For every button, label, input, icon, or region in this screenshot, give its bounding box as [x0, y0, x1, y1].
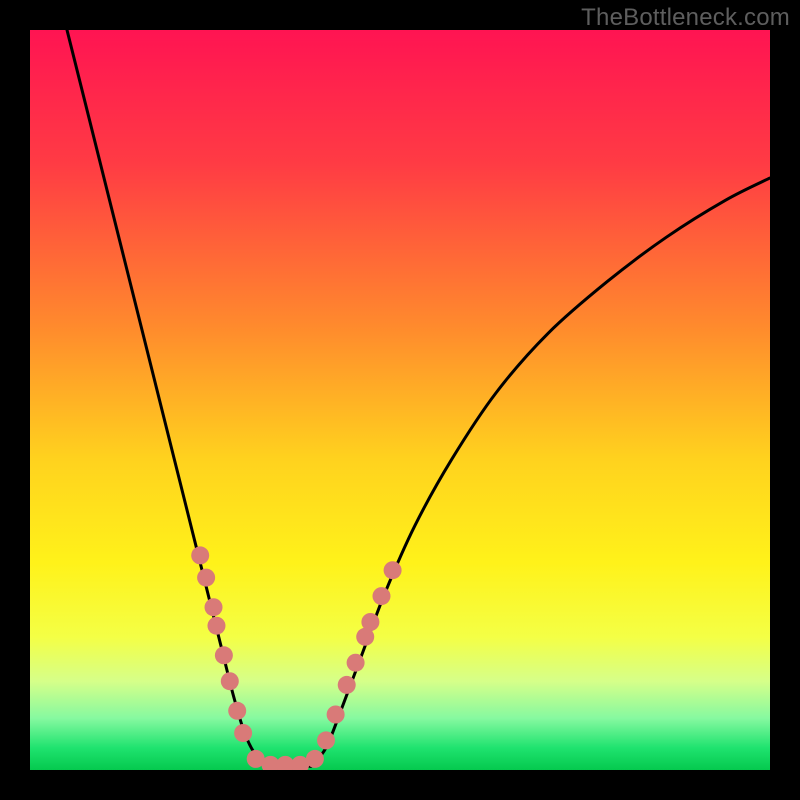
- data-marker: [347, 654, 365, 672]
- bottleneck-chart: [30, 30, 770, 770]
- data-marker: [221, 672, 239, 690]
- data-marker: [327, 706, 345, 724]
- data-marker: [317, 731, 335, 749]
- data-marker: [373, 587, 391, 605]
- data-marker: [197, 569, 215, 587]
- outer-frame: TheBottleneck.com: [0, 0, 800, 800]
- gradient-background: [30, 30, 770, 770]
- data-marker: [207, 617, 225, 635]
- data-marker: [361, 613, 379, 631]
- data-marker: [205, 598, 223, 616]
- data-marker: [191, 546, 209, 564]
- watermark-text: TheBottleneck.com: [581, 4, 790, 32]
- data-marker: [234, 724, 252, 742]
- data-marker: [306, 750, 324, 768]
- data-marker: [228, 702, 246, 720]
- data-marker: [215, 646, 233, 664]
- data-marker: [338, 676, 356, 694]
- plot-area: [30, 30, 770, 770]
- data-marker: [384, 561, 402, 579]
